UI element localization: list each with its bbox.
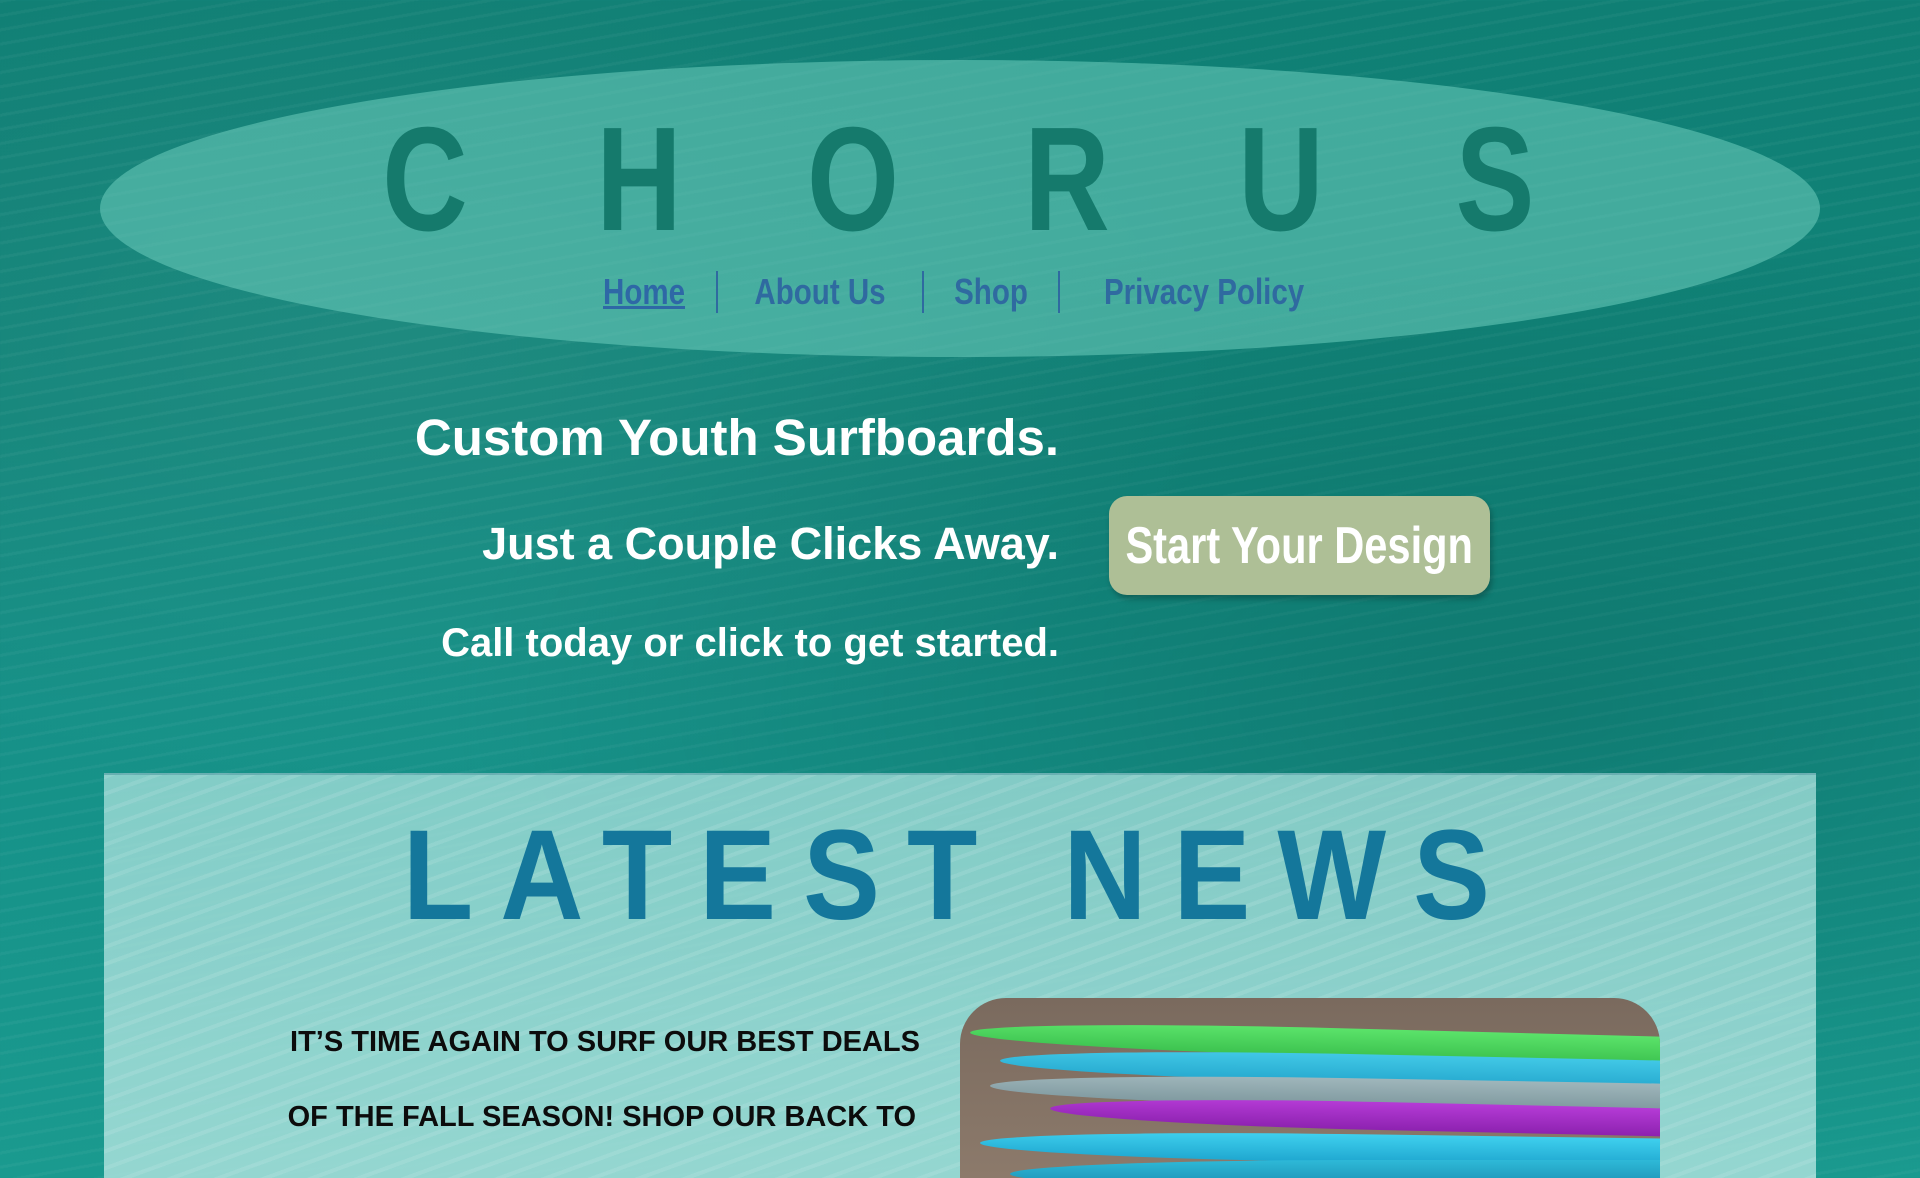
logo-letter: R: [1024, 97, 1110, 262]
hero-subheadline: Just a Couple Clicks Away.: [482, 518, 1059, 569]
surfboards-image: [960, 998, 1660, 1178]
nav-link-shop[interactable]: Shop: [954, 271, 1028, 313]
logo-letter: U: [1238, 97, 1324, 262]
nav-separator: [715, 271, 718, 313]
nav-separator: [921, 271, 924, 313]
nav-link-privacy-policy[interactable]: Privacy Policy: [1104, 271, 1304, 313]
main-nav: Home About Us Shop Privacy Policy: [0, 268, 1920, 316]
logo-letter: S: [1455, 97, 1535, 262]
news-text-line: IT’S TIME AGAIN TO SURF OUR BEST DEALS: [290, 1026, 920, 1058]
hero-call-to-action-text: Call today or click to get started.: [441, 621, 1059, 665]
hero-headline: Custom Youth Surfboards.: [414, 409, 1059, 466]
news-title: LATEST NEWS: [0, 812, 1920, 940]
logo-letter: O: [806, 97, 900, 262]
news-text-line: OF THE FALL SEASON! SHOP OUR BACK TO: [287, 1101, 916, 1133]
nav-separator: [1057, 271, 1060, 313]
logo-letter: H: [596, 97, 682, 262]
surfboard-teal: [1010, 1160, 1660, 1178]
site-logo[interactable]: C H O R U S: [0, 105, 1920, 255]
start-your-design-button[interactable]: Start Your Design: [1109, 496, 1490, 595]
nav-link-home[interactable]: Home: [603, 271, 685, 313]
logo-letter: C: [382, 97, 468, 262]
start-your-design-label: Start Your Design: [1125, 516, 1474, 575]
nav-link-about-us[interactable]: About Us: [754, 271, 885, 313]
news-title-text: LATEST NEWS: [402, 804, 1518, 947]
